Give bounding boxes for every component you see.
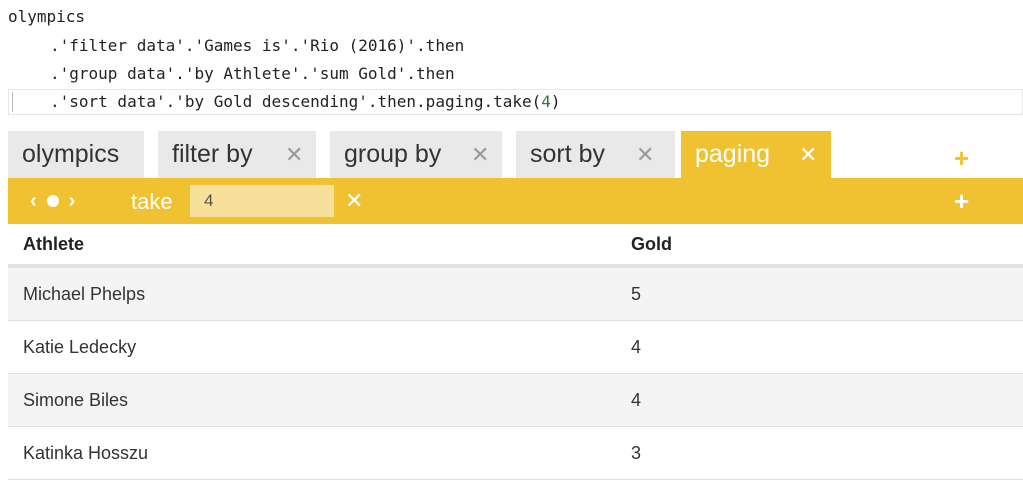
tab-sort-by[interactable]: sort by ✕: [516, 131, 675, 178]
tab-paging[interactable]: paging ✕: [681, 131, 831, 178]
table-row: Simone Biles 4: [8, 374, 1023, 427]
step-navigator: ‹ ›: [30, 189, 75, 213]
text-cursor: [12, 92, 13, 112]
close-icon[interactable]: ✕: [799, 142, 817, 168]
close-icon[interactable]: ✕: [471, 142, 489, 168]
tab-olympics[interactable]: olympics: [8, 131, 144, 178]
tab-label: group by: [344, 140, 442, 168]
cell-gold: 4: [631, 390, 642, 410]
cell-gold: 3: [631, 443, 642, 463]
tab-label: sort by: [530, 140, 606, 168]
tab-label: paging: [695, 140, 771, 168]
chevron-left-icon[interactable]: ‹: [30, 190, 37, 213]
tab-label: filter by: [172, 140, 253, 168]
results-table: Athlete Gold Michael Phelps 5 Katie Lede…: [8, 224, 1023, 480]
cell-athlete: Katie Ledecky: [23, 337, 137, 357]
table-row: Michael Phelps 5: [8, 268, 1023, 321]
code-line: .'group data'.'by Athlete'.'sum Gold'.th…: [50, 64, 455, 83]
close-icon[interactable]: ✕: [285, 142, 303, 168]
cell-gold: 4: [631, 337, 642, 357]
cell-athlete: Michael Phelps: [23, 284, 146, 304]
tab-bar: olympics filter by ✕ group by ✕ sort by …: [8, 131, 1023, 178]
remove-take-icon[interactable]: ✕: [345, 189, 363, 213]
table-header: Athlete Gold: [8, 224, 1023, 268]
cell-athlete: Simone Biles: [23, 390, 129, 410]
cell-gold: 5: [631, 284, 642, 304]
code-number: 4: [541, 92, 551, 111]
code-line: olympics: [8, 7, 86, 26]
chevron-right-icon[interactable]: ›: [69, 190, 76, 213]
column-header-athlete[interactable]: Athlete: [23, 234, 84, 255]
code-line: .'sort data'.'by Gold descending'.then.p…: [50, 91, 561, 113]
paging-toolbar: ‹ › take ✕ +: [8, 178, 1023, 224]
code-line: .'filter data'.'Games is'.'Rio (2016)'.t…: [50, 36, 465, 55]
tab-label: olympics: [22, 140, 120, 168]
column-header-gold[interactable]: Gold: [631, 234, 672, 255]
add-tab-icon[interactable]: +: [954, 145, 969, 171]
table-row: Katie Ledecky 4: [8, 321, 1023, 374]
take-input[interactable]: [190, 185, 334, 217]
tab-filter-by[interactable]: filter by ✕: [158, 131, 316, 178]
code-text: ): [550, 92, 561, 111]
tab-group-by[interactable]: group by ✕: [330, 131, 502, 178]
current-step-dot-icon[interactable]: [46, 195, 59, 207]
close-icon[interactable]: ✕: [636, 142, 654, 168]
code-text: .'sort data'.'by Gold descending'.then.p…: [50, 92, 542, 111]
cell-athlete: Katinka Hosszu: [23, 443, 149, 463]
table-row: Katinka Hosszu 3: [8, 427, 1023, 480]
take-label: take: [131, 189, 173, 214]
add-parameter-icon[interactable]: +: [954, 188, 969, 214]
